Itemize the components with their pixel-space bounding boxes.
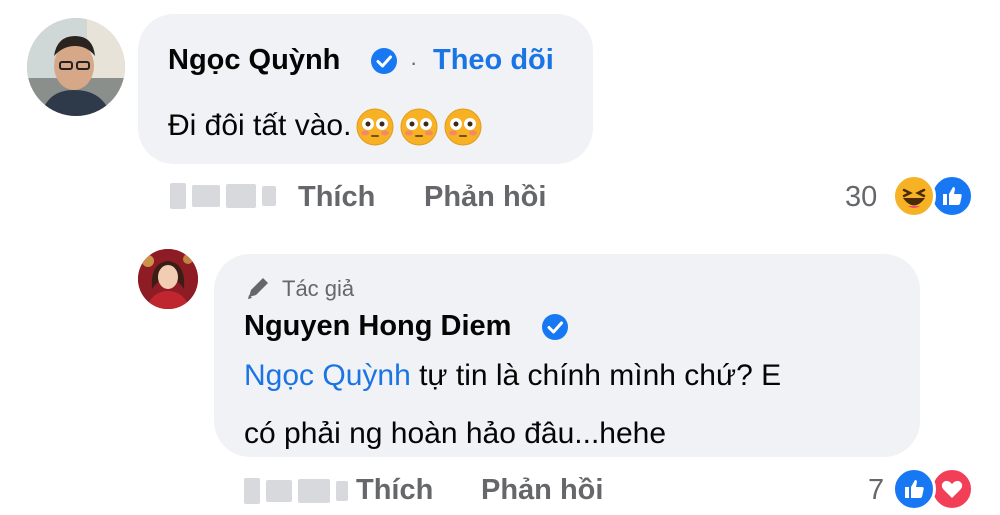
separator-dot: · [410, 50, 418, 75]
comment-author-name[interactable]: Ngọc Quỳnh [168, 44, 340, 77]
reaction-count[interactable]: 7 [868, 474, 884, 507]
reply-button[interactable]: Phản hồi [481, 474, 603, 507]
author-tag: Tác giả [282, 276, 355, 301]
reply-author-name[interactable]: Nguyen Hong Diem [244, 310, 511, 343]
comment-text: Đi đôi tất vào. [168, 97, 483, 155]
flushed-face-icon [400, 108, 438, 146]
timestamp-blurred[interactable] [244, 478, 348, 504]
reply-button[interactable]: Phản hồi [424, 181, 546, 214]
like-button[interactable]: Thích [298, 181, 375, 214]
commenter-avatar[interactable] [27, 18, 125, 116]
verified-badge-icon [371, 48, 397, 74]
like-button[interactable]: Thích [356, 474, 433, 507]
like-reaction-icon [892, 467, 936, 511]
timestamp-blurred[interactable] [170, 183, 276, 209]
reply-text-line-2: có phải ng hoàn hảo đâu...hehe [244, 417, 667, 450]
reply-text-part-1: tự tin là chính mình chứ? E [410, 359, 782, 392]
love-reaction-icon [930, 467, 974, 511]
reaction-count[interactable]: 30 [845, 181, 877, 214]
haha-reaction-icon [892, 174, 936, 218]
mention-link[interactable]: Ngọc Quỳnh [244, 359, 411, 392]
reply-text-line-1: Ngọc Quỳnh tự tin là chính mình chứ? E [244, 347, 904, 405]
follow-button[interactable]: Theo dõi [433, 44, 554, 77]
author-avatar[interactable] [138, 249, 198, 309]
flushed-face-icon [444, 108, 482, 146]
flushed-face-icon [356, 108, 394, 146]
verified-badge-icon [542, 314, 568, 340]
like-reaction-icon [930, 174, 974, 218]
reply-text: Ngọc Quỳnh tự tin là chính mình chứ? E c… [244, 347, 904, 463]
comment-text-content: Đi đôi tất vào. [168, 109, 352, 142]
pencil-author-icon [248, 278, 268, 299]
